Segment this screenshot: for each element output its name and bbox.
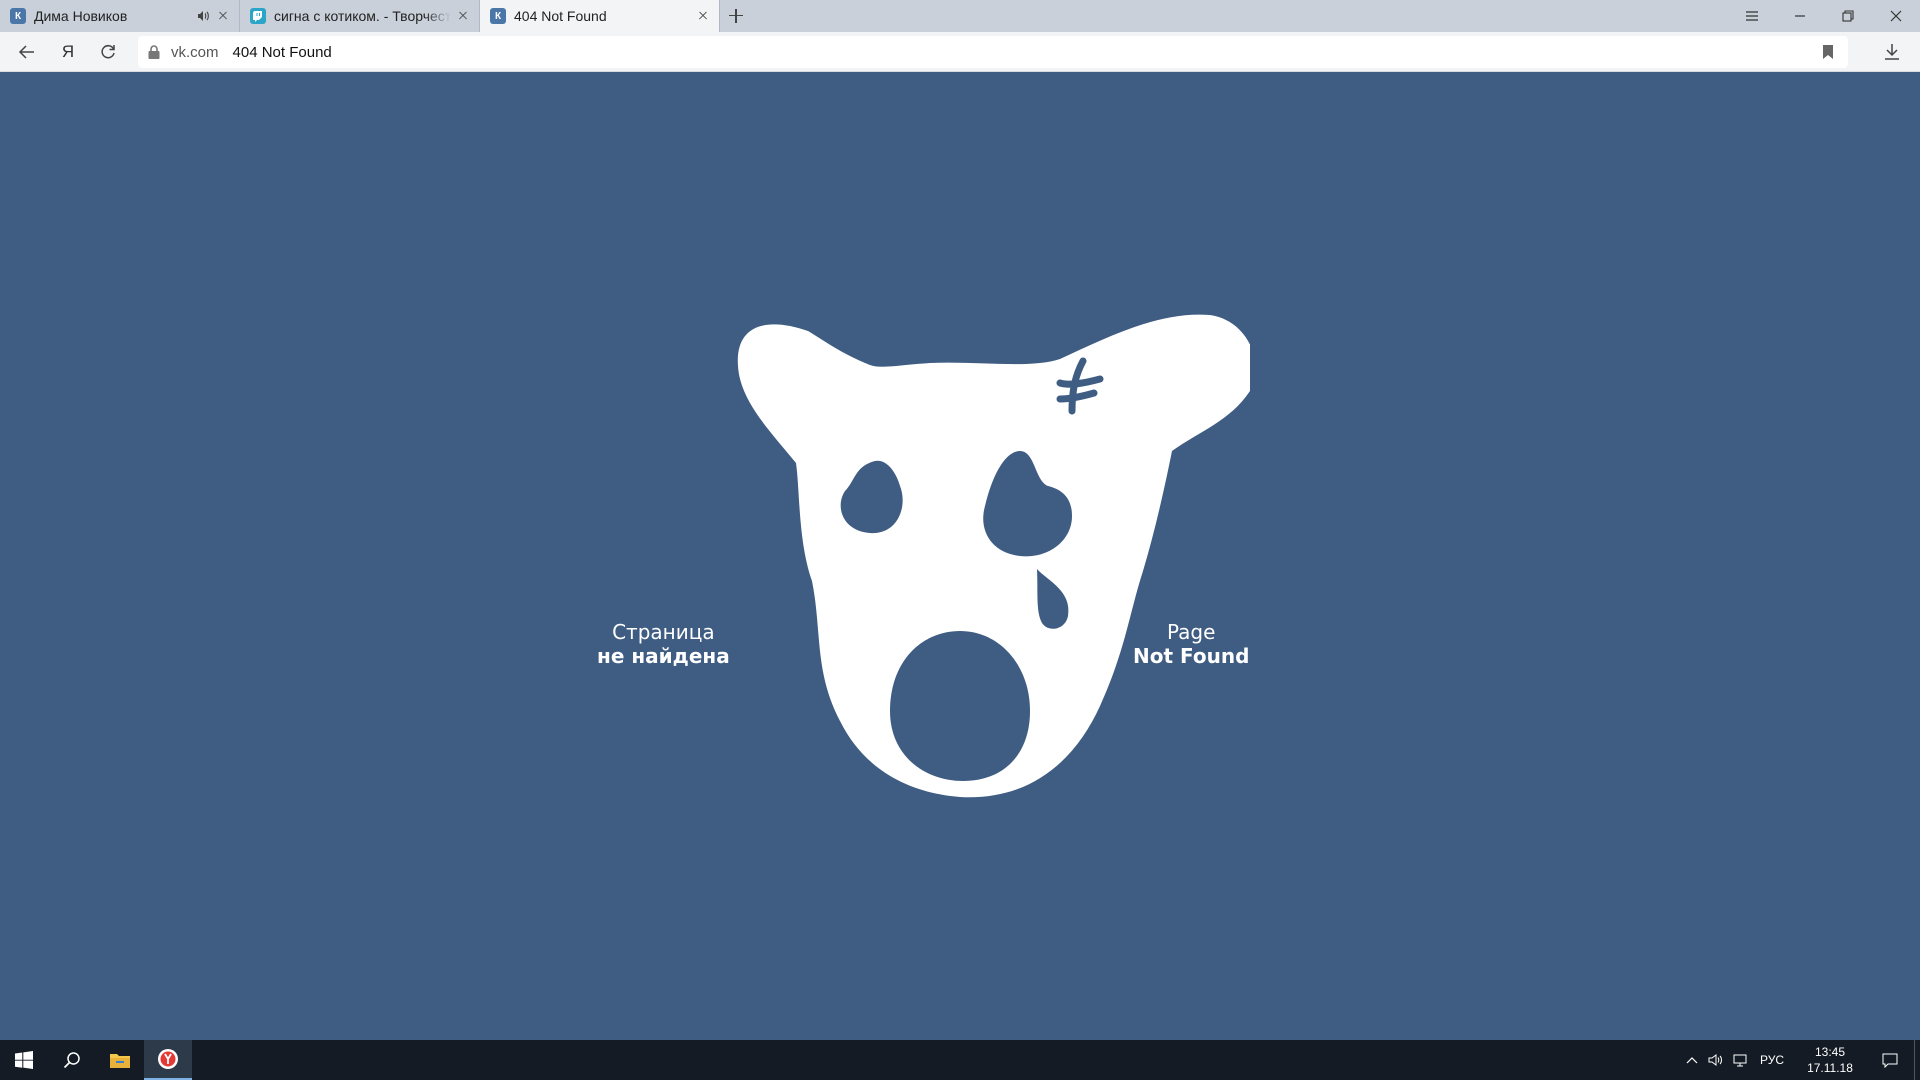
back-icon[interactable] [15, 40, 39, 64]
sad-dog-404-illustration [737, 314, 1250, 798]
show-hidden-icons[interactable] [1680, 1040, 1704, 1080]
system-tray: РУС 13:45 17.11.18 [1680, 1040, 1920, 1080]
notification-icon [1882, 1053, 1898, 1068]
not-found-caption-en: Page Not Found [1133, 620, 1249, 668]
network-icon [1733, 1054, 1747, 1067]
not-found-caption-ru: Страница не найдена [597, 620, 730, 668]
clock-time: 13:45 [1814, 1045, 1846, 1059]
hamburger-icon [1746, 11, 1758, 21]
address-page-title: 404 Not Found [232, 43, 332, 61]
search-button[interactable] [48, 1040, 96, 1080]
file-explorer-icon [110, 1054, 130, 1068]
start-button[interactable] [0, 1040, 48, 1080]
yandex-browser-icon [158, 1049, 178, 1069]
minimize-icon [1795, 15, 1805, 17]
close-tab-icon[interactable] [695, 8, 711, 24]
close-window-button[interactable] [1872, 0, 1920, 32]
address-bar[interactable]: vk.com 404 Not Found [138, 36, 1848, 68]
tab-title: сигна с котиком. - Творчество [274, 8, 451, 24]
tab-title: 404 Not Found [514, 8, 607, 24]
caption-en-line2: Not Found [1133, 644, 1250, 668]
action-center-button[interactable] [1866, 1040, 1914, 1080]
windows-taskbar: РУС 13:45 17.11.18 [0, 1040, 1920, 1080]
windows-start-icon [15, 1051, 33, 1069]
close-tab-icon[interactable] [215, 8, 231, 24]
caption-ru-line2: не найдена [597, 644, 730, 668]
restore-button[interactable] [1824, 0, 1872, 32]
tab-strip: К Дима Новиков сигна с котиком. - Творче… [0, 0, 1920, 32]
speaker-icon[interactable] [195, 8, 211, 24]
bookmark-icon[interactable] [1822, 44, 1834, 60]
twitch-icon [250, 8, 266, 24]
clock-date: 17.11.18 [1807, 1061, 1853, 1075]
caption-en-line1: Page [1166, 620, 1216, 644]
close-icon [1890, 10, 1902, 22]
tab-title: Дима Новиков [34, 8, 128, 24]
address-domain: vk.com [171, 43, 219, 61]
browser-menu-button[interactable] [1728, 0, 1776, 32]
yandex-home-button[interactable]: Я [56, 40, 80, 64]
volume-tray-button[interactable] [1704, 1040, 1728, 1080]
browser-toolbar: Я vk.com 404 Not Found [0, 32, 1920, 72]
search-icon [63, 1052, 80, 1069]
download-icon[interactable] [1880, 40, 1904, 64]
taskbar-clock[interactable]: 13:45 17.11.18 [1794, 1044, 1866, 1076]
network-tray-button[interactable] [1728, 1040, 1752, 1080]
yandex-browser-taskbar-button[interactable] [144, 1040, 192, 1080]
reload-icon[interactable] [96, 40, 120, 64]
dog-mouth [890, 631, 1030, 781]
page-content: Страница не найдена Page Not Found [0, 72, 1920, 1040]
file-explorer-button[interactable] [96, 1040, 144, 1080]
vk-icon: К [10, 8, 26, 24]
speaker-icon [1708, 1054, 1722, 1066]
tab-dima-novikov[interactable]: К Дима Новиков [0, 0, 240, 32]
vk-icon: К [490, 8, 506, 24]
lock-icon[interactable] [147, 44, 161, 60]
close-tab-icon[interactable] [455, 8, 471, 24]
caption-ru-line1: Страница [612, 620, 715, 644]
tab-signa[interactable]: сигна с котиком. - Творчество [240, 0, 480, 32]
tab-404-not-found[interactable]: К 404 Not Found [480, 0, 720, 32]
window-controls [1728, 0, 1920, 32]
chevron-up-icon [1686, 1057, 1698, 1064]
input-language[interactable]: РУС [1760, 1053, 1784, 1067]
minimize-button[interactable] [1776, 0, 1824, 32]
new-tab-button[interactable] [720, 0, 752, 32]
show-desktop-button[interactable] [1914, 1040, 1920, 1080]
restore-icon [1842, 10, 1854, 22]
